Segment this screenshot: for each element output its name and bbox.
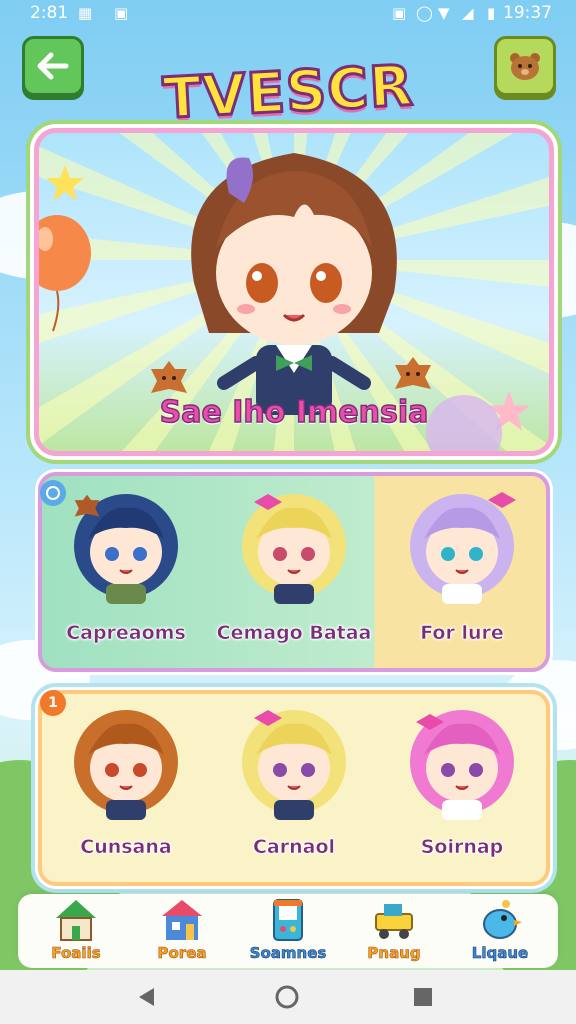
photo-icon: ▣ [114,4,129,22]
cookie-buddy-icon [74,494,100,517]
nav-label: Porea [157,944,207,963]
status-clock: 19:37 [503,3,552,23]
banner-caption: Sae Iho Imensia [159,394,429,430]
character-name: Capreaoms [66,622,186,645]
character-portrait [410,710,514,820]
toy-truck-icon [375,904,413,939]
recents-square-icon[interactable] [412,986,434,1008]
bird-toy-icon [483,900,522,939]
row-badge [40,480,66,506]
alarm-icon: ◯ [416,4,433,22]
character-portrait [410,492,516,604]
bottom-nav: Foaiis Porea Soamnes Pnaug Llqaue [18,894,558,968]
character-name: Cemago Bataa [216,622,372,645]
cookie-buddy-icon [395,357,431,389]
status-time: 2:81 [30,3,69,23]
featured-banner[interactable]: Sae Iho Imensia [34,128,554,456]
vibrate-icon: ▣ [392,4,407,22]
status-bar: 2:81 ▦ ▣ ▣ ◯ ▼ ◢ ▮ 19:37 [0,0,576,28]
system-navigation-bar [0,970,576,1024]
signal-icon: ◢ [462,4,474,22]
nav-item-games[interactable]: Soamnes [236,894,340,968]
character-card[interactable]: Cemago Bataa [210,476,378,668]
character-card[interactable]: Carnaol [210,694,378,882]
nav-label: Foaiis [51,944,101,963]
nav-label: Llqaue [471,944,529,963]
nav-item-home[interactable]: Foaiis [24,894,128,968]
wifi-icon: ▼ [438,4,450,22]
house-icon [56,900,96,941]
character-name: Soirnap [420,836,504,859]
star-icon [46,165,84,201]
cookie-buddy-icon [151,361,187,393]
character-name: Carnaol [252,836,336,859]
character-card[interactable]: Soirnap [378,694,546,882]
battery-icon: ▮ [487,4,496,22]
home-circle-icon[interactable] [274,984,300,1010]
back-triangle-icon[interactable] [136,986,158,1008]
row-badge: 1 [40,690,66,716]
character-portrait [242,494,346,604]
character-name: Cunsana [80,836,172,859]
character-name: For lure [420,622,504,645]
character-row-1: Capreaoms Cemago Bataa For lure [38,472,550,672]
playhouse-icon [162,900,202,940]
character-card[interactable]: Cunsana [42,694,210,882]
character-portrait [242,710,346,820]
arcade-icon [273,899,303,941]
circle-icon [46,486,60,500]
character-portrait [74,710,178,820]
character-card[interactable]: For lure [378,476,546,668]
nav-item-toys[interactable]: Pnaug [342,894,446,968]
character-row-2: Cunsana Carnaol Soirnap [38,690,550,886]
nav-item-birdtoy[interactable]: Llqaue [448,894,552,968]
nav-label: Pnaug [367,944,421,963]
nav-label: Soamnes [249,944,327,963]
balloon-icon [39,215,91,332]
notification-icon: ▦ [78,4,93,22]
character-card[interactable]: Capreaoms [42,476,210,668]
main-character-illustration [191,153,397,415]
nav-item-playhouse[interactable]: Porea [130,894,234,968]
